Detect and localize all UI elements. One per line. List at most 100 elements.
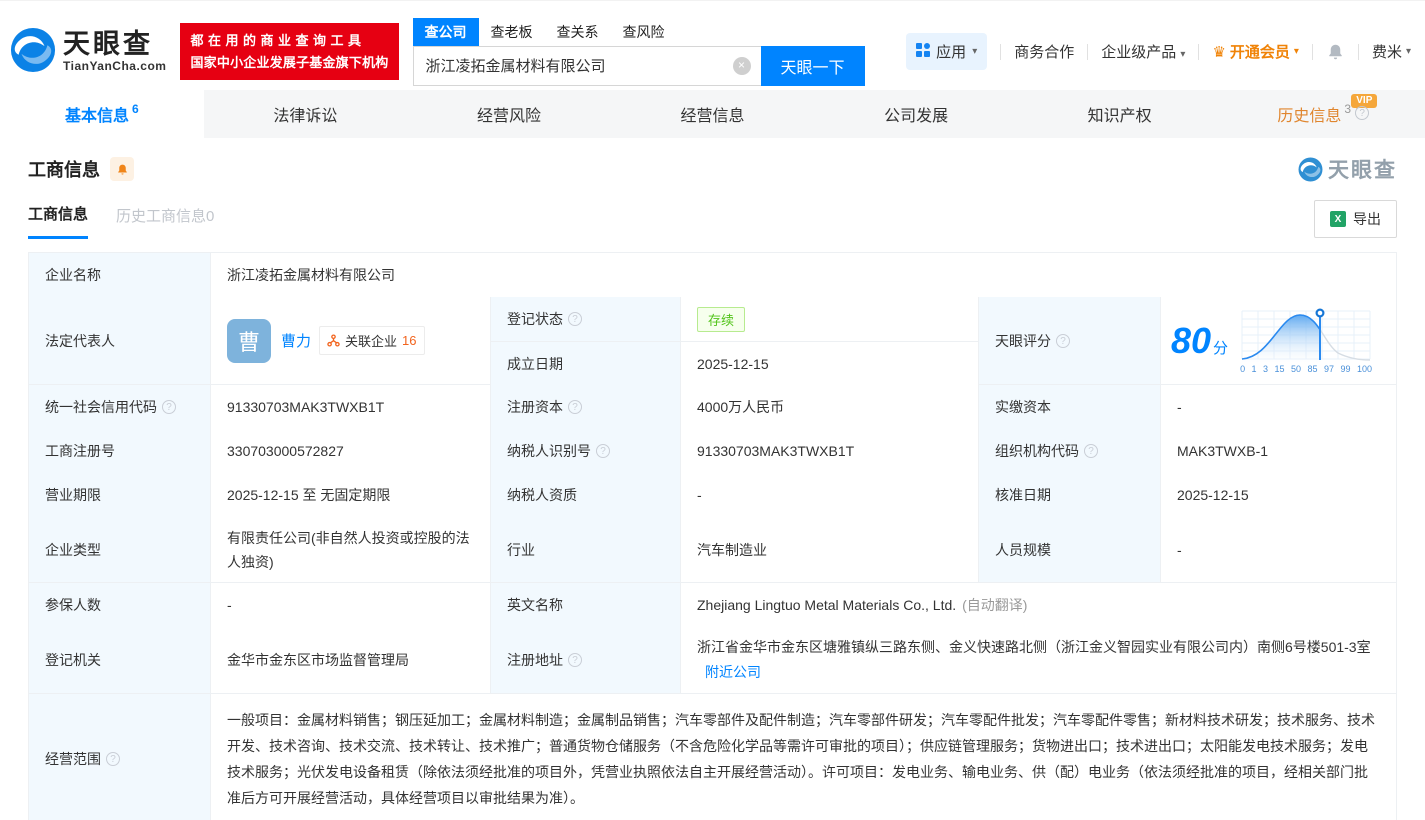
help-icon[interactable]: ? <box>568 653 582 667</box>
watermark-logo: 天眼查 <box>1298 154 1397 184</box>
subtab-history-business-info[interactable]: 历史工商信息0 <box>116 205 214 238</box>
legal-rep-cell: 曹 曹力 关联企业 16 <box>211 297 491 384</box>
business-scope-label: 经营范围? <box>29 694 211 820</box>
org-code-label: 组织机构代码? <box>979 429 1161 473</box>
table-row: 登记机关 金华市金东区市场监督管理局 注册地址? 浙江省金华市金东区塘雅镇纵三路… <box>29 627 1396 694</box>
help-icon[interactable]: ? <box>1056 334 1070 348</box>
search-tab-boss[interactable]: 查老板 <box>479 18 545 46</box>
table-row: 营业期限 2025-12-15 至 无固定期限 纳税人资质 - 核准日期 202… <box>29 473 1396 517</box>
main-tab-bar: 基本信息6 法律诉讼 经营风险 经营信息 公司发展 知识产权 VIP 历史信息3… <box>0 90 1425 138</box>
business-info-table: 企业名称 浙江凌拓金属材料有限公司 法定代表人 曹 曹力 关联企业 16 <box>28 252 1397 820</box>
tab-legal-litigation[interactable]: 法律诉讼 <box>204 90 408 138</box>
reg-address-value: 浙江省金华市金东区塘雅镇纵三路东侧、金义快速路北侧（浙江金义智园实业有限公司内）… <box>697 639 1371 655</box>
help-icon[interactable]: ? <box>1084 444 1098 458</box>
subtab-business-info[interactable]: 工商信息 <box>28 203 88 239</box>
export-button[interactable]: X 导出 <box>1314 200 1397 238</box>
help-icon[interactable]: ? <box>106 752 120 766</box>
reg-number-label: 工商注册号 <box>29 429 211 473</box>
table-subrow: 登记状态? 存续 <box>491 297 979 342</box>
chevron-down-icon: ▾ <box>1180 49 1185 60</box>
reg-authority-value: 金华市金东区市场监督管理局 <box>211 627 491 693</box>
nav-business-cooperation[interactable]: 商务合作 <box>1014 41 1074 62</box>
search-tab-relation[interactable]: 查关系 <box>545 18 611 46</box>
business-scope-value: 一般项目：金属材料销售；钢压延加工；金属材料制造；金属制品销售；汽车零部件及配件… <box>211 694 1396 820</box>
subscribe-bell-icon[interactable] <box>110 157 134 181</box>
search-tab-risk[interactable]: 查风险 <box>611 18 677 46</box>
section-header: 工商信息 天眼查 <box>0 138 1425 184</box>
establish-date-value: 2025-12-15 <box>681 342 979 386</box>
search-type-tabs: 查公司 查老板 查关系 查风险 <box>413 18 865 46</box>
search-button[interactable]: 天眼一下 <box>761 46 865 86</box>
table-row: 企业名称 浙江凌拓金属材料有限公司 <box>29 253 1396 297</box>
table-row: 统一社会信用代码? 91330703MAK3TWXB1T 注册资本? 4000万… <box>29 385 1396 429</box>
open-membership-link[interactable]: ♛ 开通会员 ▾ <box>1212 41 1299 62</box>
tab-operation-risk[interactable]: 经营风险 <box>407 90 611 138</box>
user-menu[interactable]: 费米 ▾ <box>1372 41 1411 62</box>
help-icon[interactable]: ? <box>568 400 582 414</box>
tab-company-development[interactable]: 公司发展 <box>814 90 1018 138</box>
section-title: 工商信息 <box>28 156 100 182</box>
tab-history-info[interactable]: VIP 历史信息3 ? <box>1221 90 1425 138</box>
watermark-text: 天眼查 <box>1328 154 1397 184</box>
apps-label: 应用 <box>936 41 966 62</box>
chevron-down-icon: ▾ <box>972 46 977 57</box>
divider <box>1087 44 1088 60</box>
approval-date-label: 核准日期 <box>979 473 1161 517</box>
english-name-value: Zhejiang Lingtuo Metal Materials Co., Lt… <box>681 583 1396 627</box>
score-chart: 0131550859799100 <box>1240 307 1372 374</box>
taxpayer-quality-label: 纳税人资质 <box>491 473 681 517</box>
divider <box>1358 44 1359 60</box>
clear-icon[interactable]: × <box>733 57 751 75</box>
username: 费米 <box>1372 41 1402 62</box>
reg-capital-label: 注册资本? <box>491 385 681 429</box>
nav-enterprise-products[interactable]: 企业级产品 ▾ <box>1101 41 1185 62</box>
reg-address-cell: 浙江省金华市金东区塘雅镇纵三路东侧、金义快速路北侧（浙江金义智园实业有限公司内）… <box>681 627 1396 693</box>
staff-size-label: 人员规模 <box>979 517 1161 582</box>
reg-capital-value: 4000万人民币 <box>681 385 979 429</box>
export-label: 导出 <box>1353 209 1381 229</box>
search-tab-company[interactable]: 查公司 <box>413 18 479 46</box>
top-header: 天眼查 TianYanCha.com 都在用的商业查询工具 国家中小企业发展子基… <box>0 0 1425 90</box>
table-row: 参保人数 - 英文名称 Zhejiang Lingtuo Metal Mater… <box>29 583 1396 627</box>
related-companies-badge[interactable]: 关联企业 16 <box>319 326 424 355</box>
apps-menu[interactable]: 应用 ▾ <box>906 33 987 70</box>
chevron-down-icon: ▾ <box>1294 46 1299 57</box>
reg-number-value: 330703000572827 <box>211 429 491 473</box>
search-input[interactable] <box>414 57 733 74</box>
promo-line1: 都在用的商业查询工具 <box>190 30 388 51</box>
table-row: 企业类型 有限责任公司(非自然人投资或控股的法人独资) 行业 汽车制造业 人员规… <box>29 517 1396 583</box>
status-badge: 存续 <box>697 307 745 332</box>
company-name-label: 企业名称 <box>29 253 211 297</box>
help-icon[interactable]: ? <box>596 444 610 458</box>
taxpayer-quality-value: - <box>681 473 979 517</box>
tab-basic-info[interactable]: 基本信息6 <box>0 90 204 138</box>
table-subrow: 成立日期 2025-12-15 <box>491 342 979 386</box>
company-type-label: 企业类型 <box>29 517 211 582</box>
related-count: 16 <box>402 333 416 348</box>
legal-rep-name-link[interactable]: 曹力 <box>281 330 311 351</box>
paid-capital-value: - <box>1161 385 1396 429</box>
table-row: 经营范围? 一般项目：金属材料销售；钢压延加工；金属材料制造；金属制品销售；汽车… <box>29 694 1396 820</box>
industry-label: 行业 <box>491 517 681 582</box>
search-area: 查公司 查老板 查关系 查风险 × 天眼一下 <box>413 18 865 86</box>
header-logo[interactable]: 天眼查 TianYanCha.com <box>10 27 166 76</box>
reg-status-label: 登记状态? <box>491 297 681 341</box>
help-icon[interactable]: ? <box>162 400 176 414</box>
tab-operation-info[interactable]: 经营信息 <box>611 90 815 138</box>
company-type-value: 有限责任公司(非自然人投资或控股的法人独资) <box>211 517 491 582</box>
excel-icon: X <box>1330 211 1346 227</box>
nearby-companies-link[interactable]: 附近公司 <box>705 664 761 680</box>
help-icon[interactable]: ? <box>568 312 582 326</box>
watermark-swirl-icon <box>1298 157 1323 182</box>
reg-authority-label: 登记机关 <box>29 627 211 693</box>
tab-intellectual-property[interactable]: 知识产权 <box>1018 90 1222 138</box>
business-term-value: 2025-12-15 至 无固定期限 <box>211 473 491 517</box>
score-axis-ticks: 0131550859799100 <box>1240 364 1372 374</box>
crown-icon: ♛ <box>1212 43 1225 61</box>
org-chart-icon <box>327 334 340 347</box>
score-unit: 分 <box>1213 340 1228 357</box>
notification-bell-icon[interactable] <box>1326 42 1345 61</box>
help-icon[interactable]: ? <box>1355 106 1369 120</box>
legal-rep-avatar[interactable]: 曹 <box>227 319 271 363</box>
sub-tab-row: 工商信息 历史工商信息0 X 导出 <box>0 184 1425 242</box>
